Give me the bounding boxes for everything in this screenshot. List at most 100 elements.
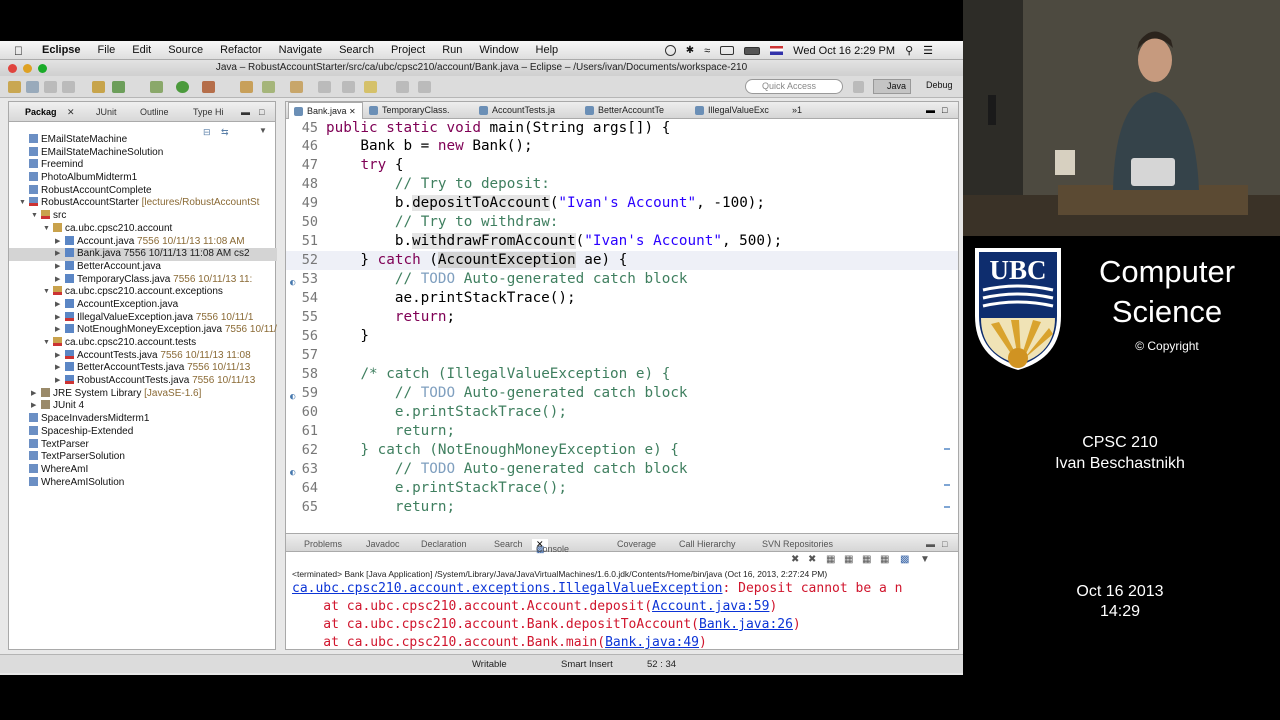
- battery-icon[interactable]: [744, 46, 761, 55]
- maximize-icon[interactable]: □: [259, 107, 264, 117]
- tab-call-hierarchy[interactable]: Call Hierarchy: [679, 539, 736, 549]
- menu-run[interactable]: Run: [442, 44, 462, 56]
- display-console-icon[interactable]: ▦: [880, 554, 889, 565]
- chevron-right-icon[interactable]: ▶: [55, 274, 60, 287]
- tree-item[interactable]: ▶ RobustAccountTests.java 7556 10/11/13: [9, 375, 277, 388]
- display-icon[interactable]: [720, 46, 735, 55]
- next-annotation-icon[interactable]: [342, 81, 355, 93]
- new-class-icon[interactable]: [112, 81, 125, 93]
- tab-better-account-tests[interactable]: BetterAccountTe: [580, 102, 664, 119]
- save-icon[interactable]: [26, 81, 39, 93]
- minimize-icon[interactable]: ▬: [926, 105, 935, 115]
- new-icon[interactable]: [8, 81, 21, 93]
- quick-access-input[interactable]: Quick Access: [745, 79, 843, 94]
- minimize-icon[interactable]: ▬: [926, 539, 935, 549]
- bluetooth-icon[interactable]: ✱: [686, 45, 694, 56]
- tab-problems[interactable]: Problems: [304, 539, 342, 549]
- tree-item[interactable]: ▼ ca.ubc.cpsc210.account: [9, 222, 277, 236]
- prev-annotation-icon[interactable]: [364, 81, 377, 93]
- time-machine-icon[interactable]: [664, 45, 676, 56]
- flag-icon[interactable]: [770, 46, 784, 55]
- tree-item[interactable]: ▶ Account.java 7556 10/11/13 11:08 AM: [9, 235, 277, 249]
- remove-launch-icon[interactable]: ✖: [808, 554, 816, 565]
- tree-item[interactable]: EMailStateMachine: [9, 134, 277, 147]
- chevron-right-icon[interactable]: ▶: [31, 400, 36, 413]
- run-icon[interactable]: [176, 81, 189, 93]
- minimize-window-button[interactable]: [23, 64, 32, 73]
- external-tools-icon[interactable]: [202, 81, 215, 93]
- tree-item[interactable]: ▼ ca.ubc.cpsc210.account.tests: [9, 337, 277, 350]
- code-area[interactable]: 45 public static void main(String args[])…: [286, 119, 958, 517]
- tree-item[interactable]: ▶ JRE System Library [JavaSE-1.6]: [9, 387, 277, 401]
- tree-item[interactable]: TextParserSolution: [9, 451, 277, 464]
- print-icon[interactable]: [62, 81, 75, 93]
- tab-type-hierarchy[interactable]: Type Hi: [193, 107, 224, 117]
- stack-frame-link[interactable]: Bank.java:49: [605, 635, 699, 649]
- maximize-icon[interactable]: □: [942, 105, 947, 115]
- menu-window[interactable]: Window: [479, 44, 518, 56]
- pin-console-icon[interactable]: ▦: [862, 554, 871, 565]
- tree-item[interactable]: SpaceInvadersMidterm1: [9, 413, 277, 426]
- close-icon[interactable]: ✕: [67, 107, 75, 118]
- tree-item[interactable]: WhereAmI: [9, 463, 277, 477]
- tree-item[interactable]: ▶ IllegalValueException.java 7556 10/11/1: [9, 311, 277, 325]
- clear-console-icon[interactable]: ▦: [826, 554, 835, 565]
- tree-item[interactable]: PhotoAlbumMidterm1: [9, 172, 277, 185]
- tree-item[interactable]: Freemind: [9, 159, 277, 172]
- scroll-lock-icon[interactable]: ▦: [844, 554, 853, 565]
- tree-item[interactable]: ▶ BetterAccount.java: [9, 260, 277, 274]
- list-icon[interactable]: ☰: [923, 44, 933, 57]
- chevron-down-icon[interactable]: ▼: [43, 337, 50, 350]
- save-all-icon[interactable]: [44, 81, 57, 93]
- tab-account-tests[interactable]: AccountTests.ja: [474, 102, 555, 119]
- new-package-icon[interactable]: [92, 81, 105, 93]
- debug-icon[interactable]: [150, 81, 163, 93]
- back-icon[interactable]: [396, 81, 409, 93]
- tab-bank-java[interactable]: Bank.java ✕: [288, 102, 363, 119]
- tab-console[interactable]: ▩ Console ✕: [532, 539, 569, 554]
- tree-item[interactable]: ▶ AccountTests.java 7556 10/11/13 11:08: [9, 349, 277, 363]
- overview-ruler-mark[interactable]: [944, 506, 950, 508]
- exception-link[interactable]: ca.ubc.cpsc210.account.exceptions.Illega…: [292, 581, 722, 596]
- apple-icon[interactable]: : [14, 44, 23, 58]
- terminate-icon[interactable]: ✖: [791, 554, 799, 565]
- chevron-right-icon[interactable]: ▶: [55, 375, 60, 388]
- menu-source[interactable]: Source: [168, 44, 203, 56]
- minimize-icon[interactable]: ▬: [241, 107, 250, 117]
- chevron-down-icon[interactable]: ▼: [43, 223, 50, 236]
- menubar-clock[interactable]: Wed Oct 16 2:29 PM: [793, 45, 895, 57]
- chevron-down-icon[interactable]: ▼: [19, 197, 26, 210]
- stack-frame-link[interactable]: Account.java:59: [652, 599, 769, 614]
- open-task-icon[interactable]: [262, 81, 275, 93]
- tree-item[interactable]: ▼ ca.ubc.cpsc210.account.exceptions: [9, 286, 277, 299]
- stack-frame-link[interactable]: Bank.java:26: [699, 617, 793, 632]
- chevron-down-icon[interactable]: ▼: [43, 286, 50, 299]
- tree-item[interactable]: TextParser: [9, 438, 277, 452]
- tab-temporary-class[interactable]: TemporaryClass.: [364, 102, 450, 119]
- tab-illegal-value-exception[interactable]: IllegalValueExc: [690, 102, 769, 119]
- view-menu-icon[interactable]: ▼: [920, 554, 930, 565]
- chevron-right-icon[interactable]: ▶: [55, 299, 60, 312]
- menu-refactor[interactable]: Refactor: [220, 44, 262, 56]
- menu-file[interactable]: File: [98, 44, 116, 56]
- tree-item-selected[interactable]: ▶ Bank.java 7556 10/11/13 11:08 AM cs2: [9, 248, 277, 261]
- close-window-button[interactable]: [8, 64, 17, 73]
- menu-edit[interactable]: Edit: [132, 44, 151, 56]
- tab-coverage[interactable]: Coverage: [617, 539, 656, 549]
- overview-ruler-mark[interactable]: [944, 484, 950, 486]
- toggle-mark-icon[interactable]: [318, 81, 331, 93]
- tab-javadoc[interactable]: Javadoc: [366, 539, 400, 549]
- maximize-icon[interactable]: □: [942, 539, 947, 549]
- close-icon[interactable]: ✕: [349, 107, 356, 116]
- tree-item[interactable]: ▼ src: [9, 210, 277, 223]
- forward-icon[interactable]: [418, 81, 431, 93]
- tree-item[interactable]: ▶ JUnit 4: [9, 400, 277, 413]
- tab-declaration[interactable]: Declaration: [421, 539, 467, 549]
- tree-item[interactable]: EMailStateMachineSolution: [9, 146, 277, 160]
- chevron-down-icon[interactable]: ▼: [31, 210, 38, 223]
- tree-item[interactable]: ▶ NotEnoughMoneyException.java 7556 10/11…: [9, 324, 277, 337]
- tree-item[interactable]: ▶ BetterAccountTests.java 7556 10/11/13: [9, 362, 277, 375]
- chevron-right-icon[interactable]: ▶: [55, 324, 60, 337]
- tab-package-explorer[interactable]: Packag: [25, 107, 57, 117]
- chevron-right-icon[interactable]: ▶: [55, 261, 60, 274]
